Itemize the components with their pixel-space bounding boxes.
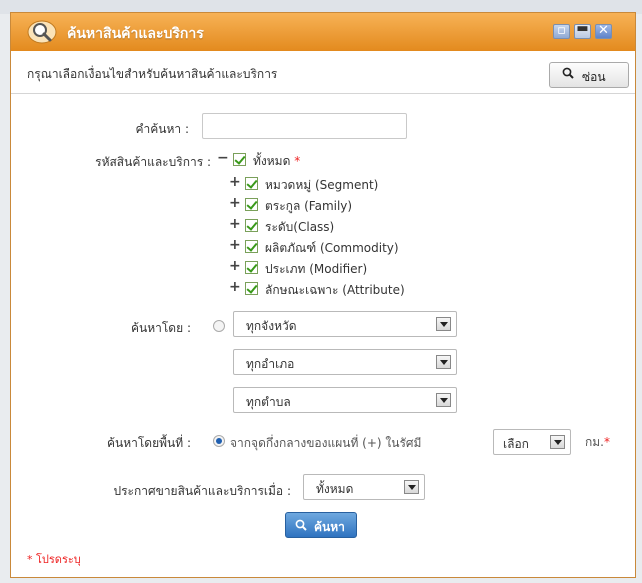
checkbox-checked-icon[interactable]	[245, 240, 258, 253]
province-select-value: ทุกจังหวัด	[246, 319, 297, 333]
district-select[interactable]: ทุกอำเภอ	[233, 349, 457, 375]
tree-item-segment[interactable]: + หมวดหมู่ (Segment)	[229, 174, 469, 195]
tree-item-commodity[interactable]: + ผลิตภัณฑ์ (Commodity)	[229, 237, 469, 258]
required-marker: *	[604, 435, 610, 449]
tree-item-label: ผลิตภัณฑ์ (Commodity)	[265, 241, 399, 255]
tree-item-label: หมวดหมู่ (Segment)	[265, 178, 379, 192]
announce-label: ประกาศขายสินค้าและบริการเมื่อ :	[113, 484, 291, 498]
dialog-titlebar[interactable]: ค้นหาสินค้าและบริการ ▫ ▬ ✕	[11, 13, 635, 51]
minimize-icon: ▬	[576, 21, 589, 36]
checkbox-checked-icon[interactable]	[233, 153, 246, 166]
radius-select[interactable]: เลือก	[493, 429, 571, 455]
tree-item-modifier[interactable]: + ประเภท (Modifier)	[229, 258, 469, 279]
expand-icon[interactable]: +	[229, 279, 241, 295]
tree-root-label: ทั้งหมด	[253, 154, 291, 168]
search-by-area-label: ค้นหาโดยพื้นที่ :	[106, 436, 191, 450]
close-window-button[interactable]: ✕	[595, 23, 612, 39]
radius-select-value: เลือก	[503, 437, 529, 451]
hide-button[interactable]: ซ่อน	[549, 62, 629, 88]
required-marker: *	[294, 154, 301, 168]
chevron-down-icon[interactable]	[550, 435, 565, 449]
hide-button-label: ซ่อน	[582, 70, 606, 84]
subdistrict-select[interactable]: ทุกตำบล	[233, 387, 457, 413]
checkbox-checked-icon[interactable]	[245, 261, 258, 274]
checkbox-checked-icon[interactable]	[245, 198, 258, 211]
search-by-area-radio[interactable]	[213, 435, 225, 447]
expand-icon[interactable]: +	[229, 174, 241, 190]
search-button[interactable]: ค้นหา	[285, 512, 357, 538]
search-button-label: ค้นหา	[314, 520, 345, 534]
keyword-input[interactable]	[202, 113, 407, 139]
expand-icon[interactable]: +	[229, 258, 241, 274]
dialog-subheader: กรุณาเลือกเงื่อนไขสำหรับค้นหาสินค้าและบร…	[11, 51, 635, 94]
restore-window-button[interactable]: ▫	[553, 23, 570, 39]
tree-item-label: ระดับ(Class)	[265, 220, 335, 234]
checkbox-checked-icon[interactable]	[245, 177, 258, 190]
dialog-title: ค้นหาสินค้าและบริการ	[67, 26, 204, 42]
keyword-label: คำค้นหา :	[135, 122, 189, 136]
search-by-label: ค้นหาโดย :	[130, 321, 191, 335]
tree-item-label: ลักษณะเฉพาะ (Attribute)	[265, 283, 405, 297]
chevron-down-icon[interactable]	[436, 393, 451, 407]
tree-item-label: ตระกูล (Family)	[265, 199, 353, 213]
search-products-icon	[27, 20, 57, 44]
minimize-window-button[interactable]: ▬	[574, 21, 591, 39]
tree-item-family[interactable]: + ตระกูล (Family)	[229, 195, 469, 216]
tree-item-class[interactable]: + ระดับ(Class)	[229, 216, 469, 237]
area-option-text: จากจุดกึ่งกลางของแผนที่ (+) ในรัศมี	[230, 436, 422, 450]
tree-item-attribute[interactable]: + ลักษณะเฉพาะ (Attribute)	[229, 279, 489, 300]
search-icon	[295, 519, 307, 531]
search-dialog: ค้นหาสินค้าและบริการ ▫ ▬ ✕ กรุณาเลือกเงื…	[10, 12, 636, 578]
collapse-icon[interactable]: −	[217, 150, 229, 166]
checkbox-checked-icon[interactable]	[245, 219, 258, 232]
required-note: * โปรดระบุ	[27, 553, 81, 566]
expand-icon[interactable]: +	[229, 195, 241, 211]
announce-select[interactable]: ทั้งหมด	[303, 474, 425, 500]
expand-icon[interactable]: +	[229, 216, 241, 232]
announce-select-value: ทั้งหมด	[316, 482, 354, 496]
district-select-value: ทุกอำเภอ	[246, 357, 295, 371]
restore-icon: ▫	[557, 23, 566, 38]
tree-item-label: ประเภท (Modifier)	[265, 262, 368, 276]
close-icon: ✕	[598, 23, 609, 38]
radius-unit: กม.	[585, 435, 604, 449]
province-select[interactable]: ทุกจังหวัด	[233, 311, 457, 337]
tree-root-all[interactable]: − ทั้งหมด *	[217, 150, 377, 171]
instruction-text: กรุณาเลือกเงื่อนไขสำหรับค้นหาสินค้าและบร…	[27, 67, 278, 81]
chevron-down-icon[interactable]	[404, 480, 419, 494]
chevron-down-icon[interactable]	[436, 355, 451, 369]
checkbox-checked-icon[interactable]	[245, 282, 258, 295]
search-by-location-radio[interactable]	[213, 320, 225, 332]
product-code-label: รหัสสินค้าและบริการ :	[95, 155, 211, 169]
subdistrict-select-value: ทุกตำบล	[246, 395, 291, 409]
expand-icon[interactable]: +	[229, 237, 241, 253]
search-icon	[562, 67, 574, 79]
chevron-down-icon[interactable]	[436, 317, 451, 331]
